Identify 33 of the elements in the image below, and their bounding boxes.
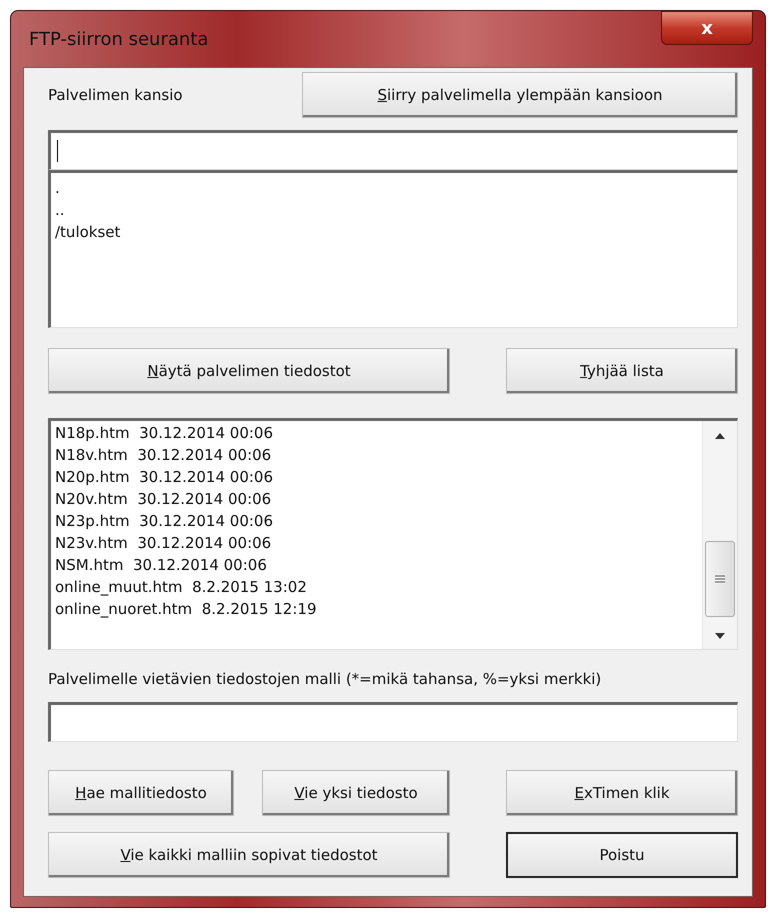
- scroll-up-icon[interactable]: [715, 433, 725, 439]
- file-list-item[interactable]: NSM.htm 30.12.2014 00:06: [55, 554, 698, 576]
- file-list[interactable]: [48, 418, 738, 650]
- export-all-button[interactable]: Vie kaikki malliin sopivat tiedostot: [48, 832, 450, 878]
- parent-folder-button[interactable]: Siirry palvelimella ylempään kansioon: [302, 72, 738, 118]
- show-files-button[interactable]: Näytä palvelimen tiedostot: [48, 348, 450, 394]
- pattern-label: Palvelimelle vietävien tiedostojen malli (*=mikä tahansa, %=yksi merkki): [48, 670, 602, 688]
- path-input-field[interactable]: [48, 130, 738, 170]
- folder-list[interactable]: . .. /tulokset: [48, 170, 738, 328]
- file-list-item[interactable]: N18v.htm 30.12.2014 00:06: [55, 444, 698, 466]
- folder-list-item[interactable]: .: [55, 177, 733, 199]
- export-one-button[interactable]: Vie yksi tiedosto: [262, 770, 450, 816]
- extimen-click-button[interactable]: ExTimen klik: [506, 770, 738, 816]
- scroll-down-icon[interactable]: [715, 633, 725, 639]
- file-list-item[interactable]: online_muut.htm 8.2.2015 13:02: [55, 576, 698, 598]
- file-list-item[interactable]: online_nuoret.htm 8.2.2015 12:19: [55, 598, 698, 620]
- exit-button[interactable]: Poistu: [506, 832, 738, 878]
- folder-list-item[interactable]: ..: [55, 199, 733, 221]
- scrollbar[interactable]: [702, 421, 737, 649]
- file-list-item[interactable]: N18p.htm 30.12.2014 00:06: [55, 422, 698, 444]
- folder-list-item[interactable]: /tulokset: [55, 221, 733, 243]
- window-title: FTP-siirron seuranta: [29, 28, 208, 50]
- folder-label: Palvelimen kansio: [48, 86, 183, 104]
- scroll-thumb[interactable]: [705, 541, 735, 617]
- file-list-item[interactable]: N23p.htm 30.12.2014 00:06: [55, 510, 698, 532]
- pattern-input-field[interactable]: [48, 702, 738, 742]
- file-list-item[interactable]: N20p.htm 30.12.2014 00:06: [55, 466, 698, 488]
- file-list-item[interactable]: N20v.htm 30.12.2014 00:06: [55, 488, 698, 510]
- load-template-button[interactable]: Hae mallitiedosto: [48, 770, 234, 816]
- clear-list-button[interactable]: Tyhjää lista: [506, 348, 738, 394]
- file-list-item[interactable]: N23v.htm 30.12.2014 00:06: [55, 532, 698, 554]
- grip-icon: [715, 575, 725, 583]
- close-button[interactable]: x: [661, 11, 753, 45]
